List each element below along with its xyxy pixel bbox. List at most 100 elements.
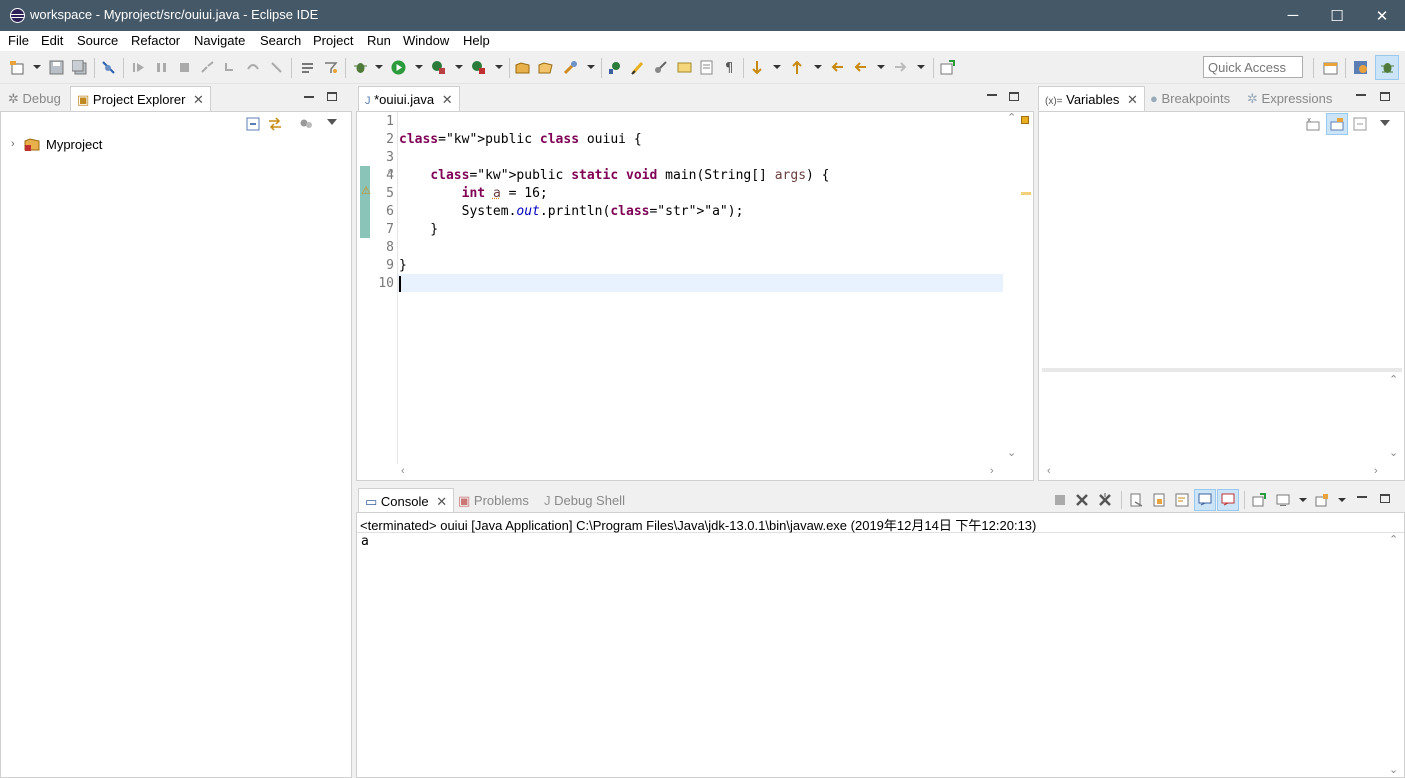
word-wrap-icon[interactable] bbox=[1175, 493, 1189, 507]
skip-breakpoints-icon[interactable] bbox=[101, 60, 116, 75]
display-console-dropdown-icon[interactable] bbox=[1299, 498, 1307, 502]
run-icon[interactable] bbox=[391, 60, 406, 75]
minimize-view-icon[interactable] bbox=[1357, 496, 1367, 498]
scroll-left-icon[interactable]: ‹ bbox=[1047, 465, 1051, 477]
minimize-button[interactable]: ─ bbox=[1270, 0, 1316, 31]
previous-annotation-icon[interactable] bbox=[699, 60, 714, 75]
use-step-filters-icon[interactable] bbox=[323, 60, 338, 75]
show-on-stderr-button[interactable] bbox=[1217, 489, 1239, 511]
filter-icon[interactable] bbox=[299, 117, 313, 131]
terminate-icon[interactable] bbox=[1053, 493, 1067, 507]
new-icon[interactable] bbox=[10, 60, 25, 75]
pin-editor-icon[interactable] bbox=[940, 60, 955, 75]
view-menu-icon[interactable] bbox=[1380, 120, 1390, 126]
tab-console[interactable]: ▭ Console ✕ bbox=[358, 488, 455, 514]
debug-perspective-button[interactable] bbox=[1375, 55, 1399, 80]
next-annotation-dropdown-icon[interactable] bbox=[773, 65, 781, 69]
expand-chevron-icon[interactable]: › bbox=[11, 138, 15, 150]
terminate-icon[interactable] bbox=[177, 60, 192, 75]
show-whitespace-icon[interactable]: ¶ bbox=[722, 60, 737, 75]
close-tab-icon[interactable]: ✕ bbox=[436, 494, 447, 509]
toggle-block-selection-icon[interactable] bbox=[653, 60, 668, 75]
warning-lightbulb-icon[interactable]: ⚠ bbox=[361, 184, 371, 198]
scroll-right-icon[interactable]: › bbox=[1374, 465, 1378, 477]
open-type-icon[interactable] bbox=[538, 60, 553, 75]
toggle-breadcrumb-icon[interactable] bbox=[607, 60, 622, 75]
scroll-up-icon[interactable]: ⌃ bbox=[1389, 533, 1398, 546]
menu-run[interactable]: Run bbox=[367, 33, 391, 48]
fold-toggle-icon[interactable]: ⊖ bbox=[388, 167, 393, 177]
menu-refactor[interactable]: Refactor bbox=[131, 33, 180, 48]
save-all-icon[interactable] bbox=[72, 60, 87, 75]
maximize-button[interactable]: ☐ bbox=[1314, 0, 1360, 31]
scroll-up-icon[interactable]: ⌃ bbox=[1389, 373, 1398, 386]
scroll-up-icon[interactable]: ⌃ bbox=[1007, 111, 1016, 124]
open-console-icon[interactable] bbox=[1315, 493, 1329, 507]
step-over-icon[interactable] bbox=[246, 60, 261, 75]
menu-edit[interactable]: Edit bbox=[41, 33, 63, 48]
suspend-icon[interactable] bbox=[154, 60, 169, 75]
debug-dropdown-icon[interactable] bbox=[375, 65, 383, 69]
collapse-all-icon[interactable] bbox=[1353, 117, 1367, 131]
remove-launch-icon[interactable] bbox=[1075, 493, 1089, 507]
scroll-right-icon[interactable]: › bbox=[990, 465, 994, 477]
mark-occurrences-icon[interactable] bbox=[630, 60, 645, 75]
forward-dropdown-icon[interactable] bbox=[917, 65, 925, 69]
minimize-view-icon[interactable] bbox=[304, 96, 314, 98]
menu-navigate[interactable]: Navigate bbox=[194, 33, 245, 48]
external-tools-dropdown-icon[interactable] bbox=[495, 65, 503, 69]
minimize-view-icon[interactable] bbox=[1356, 94, 1366, 96]
tab-project-explorer[interactable]: ▣ Project Explorer ✕ bbox=[70, 86, 211, 112]
collapse-all-icon[interactable] bbox=[246, 117, 260, 131]
coverage-dropdown-icon[interactable] bbox=[455, 65, 463, 69]
scroll-lock-icon[interactable] bbox=[1152, 493, 1166, 507]
display-selected-console-icon[interactable] bbox=[1276, 493, 1290, 507]
show-on-stdout-button[interactable] bbox=[1194, 489, 1216, 511]
link-with-editor-icon[interactable] bbox=[268, 117, 282, 131]
tab-problems[interactable]: ▣ Problems bbox=[452, 488, 535, 514]
resume-icon[interactable] bbox=[131, 60, 146, 75]
previous-annotation-up-icon[interactable] bbox=[790, 60, 805, 75]
tab-ouiui-java[interactable]: J *ouiui.java ✕ bbox=[358, 86, 460, 112]
code-editor[interactable]: 1 2 3 4 ⊖ 5 6 7 8 9 10 class="kw">public… bbox=[372, 112, 1002, 462]
scroll-down-icon[interactable]: ⌄ bbox=[1389, 763, 1398, 776]
clear-console-icon[interactable] bbox=[1129, 493, 1143, 507]
sash-vertical[interactable] bbox=[352, 86, 356, 778]
search-tool-icon[interactable] bbox=[563, 60, 578, 75]
close-button[interactable]: ✕ bbox=[1359, 0, 1405, 31]
new-dropdown-icon[interactable] bbox=[33, 65, 41, 69]
tab-expressions[interactable]: ✲ Expressions bbox=[1241, 86, 1338, 112]
coverage-icon[interactable] bbox=[431, 60, 446, 75]
step-into-icon[interactable] bbox=[223, 60, 238, 75]
java-perspective-icon[interactable] bbox=[1353, 60, 1368, 75]
search-dropdown-icon[interactable] bbox=[587, 65, 595, 69]
close-tab-icon[interactable]: ✕ bbox=[442, 92, 453, 107]
tab-debug[interactable]: ✲ Debug bbox=[4, 86, 67, 112]
maximize-view-icon[interactable] bbox=[1380, 92, 1390, 101]
close-tab-icon[interactable]: ✕ bbox=[193, 92, 204, 107]
view-menu-icon[interactable] bbox=[327, 119, 337, 125]
new-java-package-icon[interactable] bbox=[515, 60, 530, 75]
menu-source[interactable]: Source bbox=[77, 33, 118, 48]
menu-file[interactable]: File bbox=[8, 33, 29, 48]
maximize-editor-icon[interactable] bbox=[1009, 92, 1019, 101]
open-console-dropdown-icon[interactable] bbox=[1338, 498, 1346, 502]
menu-window[interactable]: Window bbox=[403, 33, 449, 48]
tab-debug-shell[interactable]: J Debug Shell bbox=[538, 488, 631, 514]
detail-pane-divider[interactable] bbox=[1042, 368, 1402, 372]
editor-hscrollbar[interactable]: ‹ › bbox=[357, 464, 1033, 480]
next-annotation-down-icon[interactable] bbox=[750, 60, 765, 75]
collapse-toggle-button[interactable] bbox=[1326, 113, 1348, 135]
variables-hscrollbar[interactable]: ‹ › bbox=[1039, 464, 1404, 480]
drop-to-frame-icon[interactable] bbox=[300, 60, 315, 75]
open-perspective-icon[interactable] bbox=[1323, 60, 1338, 75]
remove-all-terminated-icon[interactable] bbox=[1098, 493, 1112, 507]
tab-breakpoints[interactable]: ● Breakpoints bbox=[1144, 86, 1236, 112]
scroll-left-icon[interactable]: ‹ bbox=[401, 465, 405, 477]
previous-annotation-dropdown-icon[interactable] bbox=[814, 65, 822, 69]
scroll-down-icon[interactable]: ⌄ bbox=[1389, 446, 1398, 459]
save-icon[interactable] bbox=[49, 60, 64, 75]
back-dropdown-icon[interactable] bbox=[877, 65, 885, 69]
maximize-view-icon[interactable] bbox=[327, 92, 337, 101]
quick-access-input[interactable] bbox=[1203, 56, 1303, 78]
